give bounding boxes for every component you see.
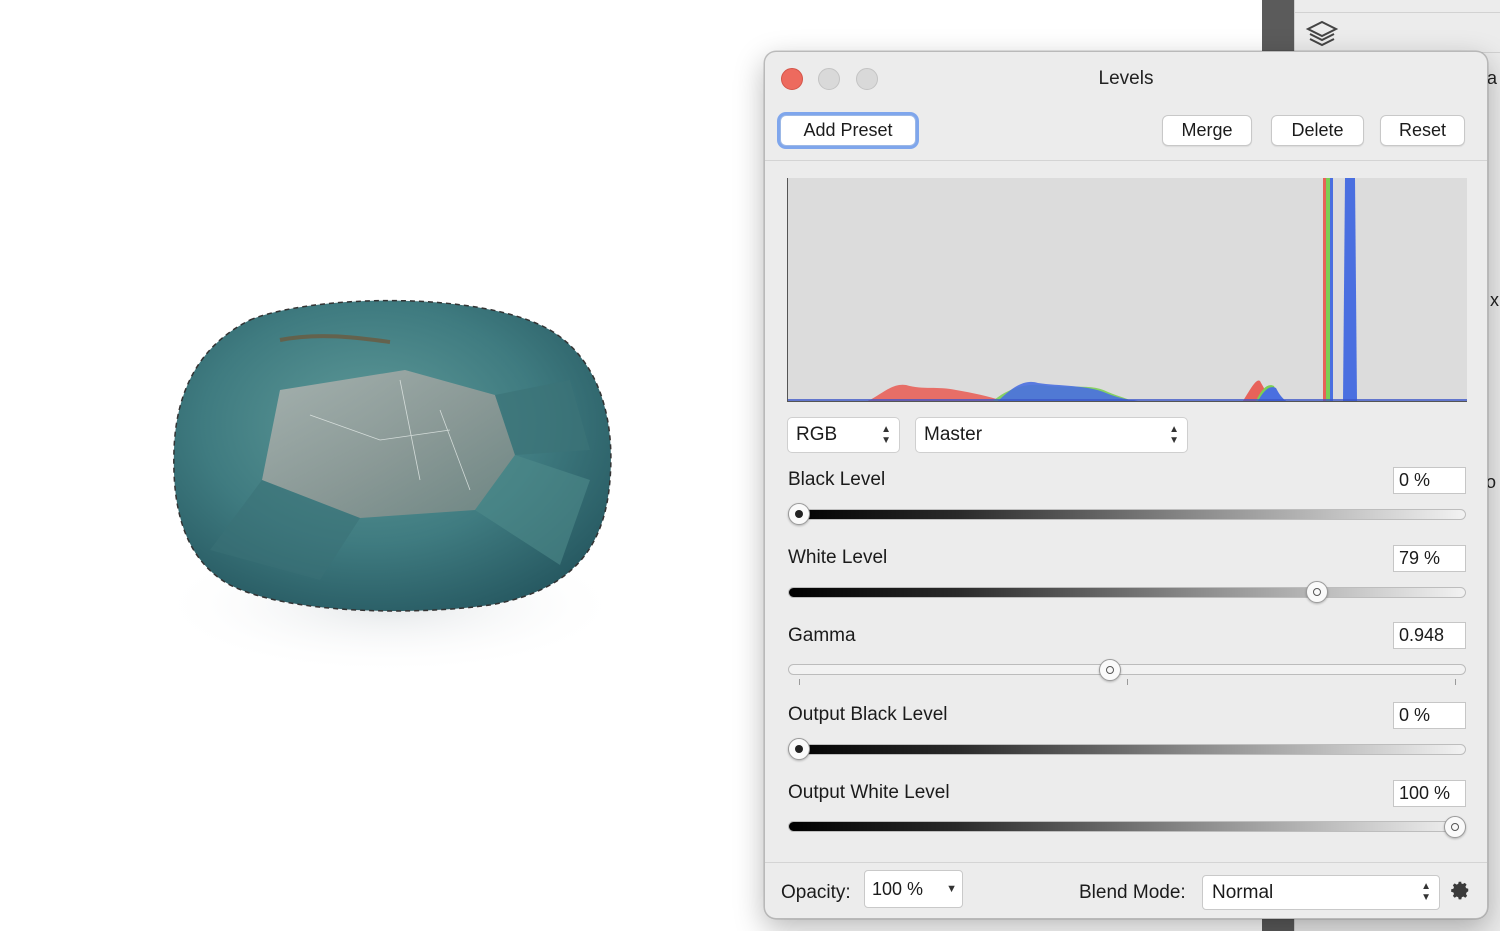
output-white-level-slider[interactable] xyxy=(788,821,1466,832)
opacity-value: 100 % xyxy=(872,879,924,899)
white-level-field[interactable]: 79 % xyxy=(1393,545,1466,572)
output-black-level-label: Output Black Level xyxy=(788,704,948,725)
gamma-label: Gamma xyxy=(788,625,856,646)
delete-button[interactable]: Delete xyxy=(1271,115,1364,146)
gamma-tick xyxy=(1127,679,1128,685)
panel-peek-text: x xyxy=(1490,290,1499,310)
opacity-label: Opacity: xyxy=(781,882,851,903)
histogram xyxy=(787,178,1467,402)
gamma-slider[interactable] xyxy=(788,664,1466,675)
gamma-tick xyxy=(799,679,800,685)
gamma-tick xyxy=(1455,679,1456,685)
levels-dialog: Levels Add Preset Merge Delete Reset RGB… xyxy=(764,51,1488,919)
separator xyxy=(765,160,1487,161)
add-preset-button[interactable]: Add Preset xyxy=(780,115,916,146)
output-white-level-label: Output White Level xyxy=(788,782,950,803)
mode-select[interactable]: Master ▲ ▼ xyxy=(915,417,1188,453)
updown-arrows-icon: ▲ ▼ xyxy=(1169,424,1179,446)
panel-peek-text: a xyxy=(1487,68,1498,88)
separator xyxy=(765,862,1487,863)
chevron-down-icon: ▼ xyxy=(946,883,957,895)
gemstone-image xyxy=(155,299,625,675)
merge-button[interactable]: Merge xyxy=(1162,115,1252,146)
output-black-level-field[interactable]: 0 % xyxy=(1393,702,1466,729)
gamma-slider-knob[interactable] xyxy=(1098,659,1121,681)
reset-button[interactable]: Reset xyxy=(1380,115,1465,146)
layers-icon[interactable] xyxy=(1304,16,1340,52)
white-level-label: White Level xyxy=(788,547,888,568)
black-level-field[interactable]: 0 % xyxy=(1393,467,1466,494)
histogram-graph xyxy=(788,178,1467,401)
white-level-slider[interactable] xyxy=(788,587,1466,598)
output-white-level-field[interactable]: 100 % xyxy=(1393,780,1466,807)
output-black-level-slider-knob[interactable] xyxy=(788,738,810,760)
blend-mode-label: Blend Mode: xyxy=(1079,882,1186,903)
black-level-slider[interactable] xyxy=(788,509,1466,520)
black-level-label: Black Level xyxy=(788,469,886,490)
gamma-field[interactable]: 0.948 xyxy=(1393,622,1466,649)
channel-select[interactable]: RGB ▲ ▼ xyxy=(787,417,900,453)
output-black-level-slider[interactable] xyxy=(788,744,1466,755)
updown-arrows-icon: ▲ ▼ xyxy=(881,424,891,446)
white-level-slider-knob[interactable] xyxy=(1306,581,1329,603)
blend-mode-value: Normal xyxy=(1212,882,1274,903)
gear-icon[interactable] xyxy=(1449,879,1471,901)
channel-select-value: RGB xyxy=(796,424,838,445)
updown-arrows-icon: ▲ ▼ xyxy=(1421,881,1431,903)
blend-mode-select[interactable]: Normal ▲ ▼ xyxy=(1202,875,1440,910)
mode-select-value: Master xyxy=(924,424,983,445)
opacity-select[interactable]: 100 % ▼ xyxy=(864,870,963,908)
output-white-level-slider-knob[interactable] xyxy=(1444,816,1466,838)
black-level-slider-knob[interactable] xyxy=(788,503,810,525)
window-title: Levels xyxy=(1098,68,1154,89)
